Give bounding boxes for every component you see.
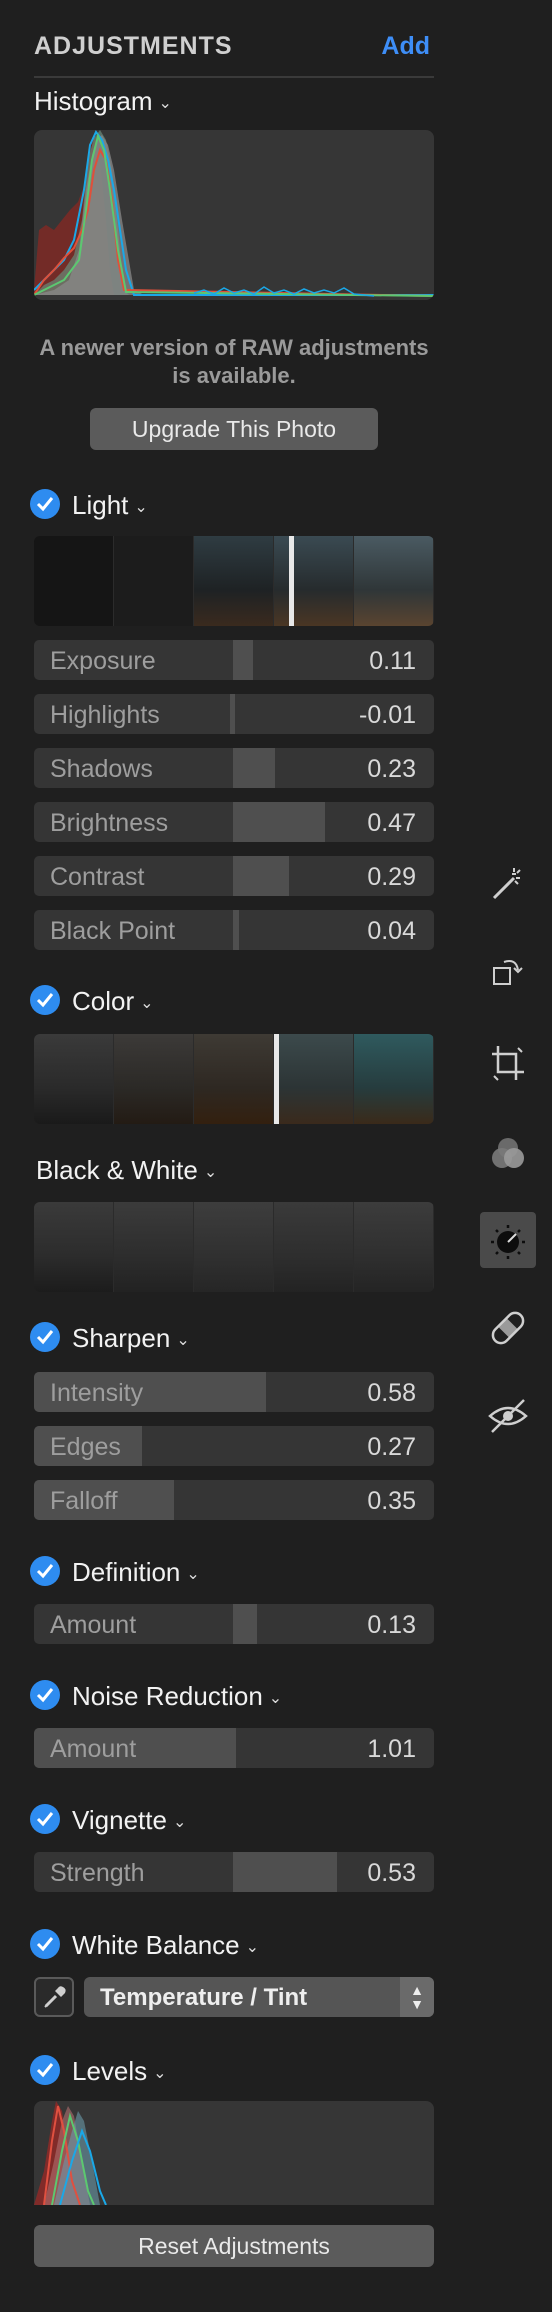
chevron-down-icon: ⌄ xyxy=(268,1690,283,1708)
retouch-icon[interactable] xyxy=(480,1300,536,1356)
black-point-slider[interactable]: Black Point 0.04 xyxy=(34,910,434,950)
reset-adjustments-button[interactable]: Reset Adjustments xyxy=(34,2225,434,2267)
light-strip-marker[interactable] xyxy=(289,536,294,626)
definition-amount-slider[interactable]: Amount 0.13 xyxy=(34,1604,434,1644)
definition-check-icon[interactable] xyxy=(30,1556,60,1586)
black-white-preview-strip[interactable] xyxy=(34,1202,434,1292)
light-title[interactable]: Light ⌄ xyxy=(72,490,148,521)
definition-title[interactable]: Definition ⌄ xyxy=(72,1557,200,1588)
exposure-slider[interactable]: Exposure 0.11 xyxy=(34,640,434,680)
light-check-icon[interactable] xyxy=(30,489,60,519)
raw-update-message: A newer version of RAW adjustments is av… xyxy=(39,335,429,388)
rotate-icon[interactable] xyxy=(480,946,536,1002)
adjustments-header: ADJUSTMENTS Add xyxy=(34,0,434,78)
select-arrows-icon: ▲ ▼ xyxy=(400,1977,434,2017)
intensity-slider[interactable]: Intensity 0.58 xyxy=(34,1372,434,1412)
highlights-slider[interactable]: Highlights -0.01 xyxy=(34,694,434,734)
chevron-down-icon: ⌄ xyxy=(186,1566,200,1584)
chevron-down-icon: ⌄ xyxy=(245,1939,260,1957)
contrast-slider[interactable]: Contrast 0.29 xyxy=(34,856,434,896)
levels-histogram[interactable] xyxy=(34,2101,434,2205)
chevron-down-icon: ⌄ xyxy=(153,2065,167,2083)
levels-title[interactable]: Levels ⌄ xyxy=(72,2056,167,2087)
color-check-icon[interactable] xyxy=(30,985,60,1015)
color-title[interactable]: Color ⌄ xyxy=(72,986,154,1017)
histogram-graph xyxy=(34,130,434,300)
white-balance-title[interactable]: White Balance ⌄ xyxy=(72,1930,259,1961)
edges-slider[interactable]: Edges 0.27 xyxy=(34,1426,434,1466)
filters-icon[interactable] xyxy=(480,1126,536,1182)
chevron-down-icon: ⌄ xyxy=(158,95,172,113)
chevron-down-icon: ⌄ xyxy=(203,1164,218,1182)
noise-reduction-check-icon[interactable] xyxy=(30,1680,60,1710)
vignette-check-icon[interactable] xyxy=(30,1804,60,1834)
upgrade-photo-button[interactable]: Upgrade This Photo xyxy=(90,408,378,450)
strength-slider[interactable]: Strength 0.53 xyxy=(34,1852,434,1892)
color-preview-strip[interactable] xyxy=(34,1034,434,1124)
chevron-down-icon: ⌄ xyxy=(176,1332,190,1350)
crop-icon[interactable] xyxy=(480,1036,536,1092)
chevron-down-icon: ⌄ xyxy=(134,499,148,517)
noise-reduction-title[interactable]: Noise Reduction ⌄ xyxy=(72,1681,282,1712)
sharpen-check-icon[interactable] xyxy=(30,1322,60,1352)
color-strip-marker[interactable] xyxy=(274,1034,279,1124)
light-preview-strip[interactable] xyxy=(34,536,434,626)
panel-title: ADJUSTMENTS xyxy=(34,32,233,60)
brightness-slider[interactable]: Brightness 0.47 xyxy=(34,802,434,842)
black-white-title[interactable]: Black & White ⌄ xyxy=(36,1155,217,1186)
magic-wand-icon[interactable] xyxy=(480,856,536,912)
add-button[interactable]: Add xyxy=(381,32,430,61)
eyedropper-icon[interactable] xyxy=(34,1977,74,2017)
red-eye-icon[interactable] xyxy=(480,1388,536,1444)
chevron-down-icon: ⌄ xyxy=(140,995,154,1013)
shadows-slider[interactable]: Shadows 0.23 xyxy=(34,748,434,788)
vignette-title[interactable]: Vignette ⌄ xyxy=(72,1805,186,1836)
chevron-down-icon: ⌄ xyxy=(172,1814,187,1832)
falloff-slider[interactable]: Falloff 0.35 xyxy=(34,1480,434,1520)
adjust-icon[interactable] xyxy=(480,1212,536,1268)
white-balance-mode-select[interactable]: Temperature / Tint ▲ ▼ xyxy=(84,1977,434,2017)
white-balance-check-icon[interactable] xyxy=(30,1929,60,1959)
sharpen-title[interactable]: Sharpen ⌄ xyxy=(72,1323,190,1354)
levels-check-icon[interactable] xyxy=(30,2055,60,2085)
noise-amount-slider[interactable]: Amount 1.01 xyxy=(34,1728,434,1768)
histogram-title[interactable]: Histogram ⌄ xyxy=(34,86,172,117)
